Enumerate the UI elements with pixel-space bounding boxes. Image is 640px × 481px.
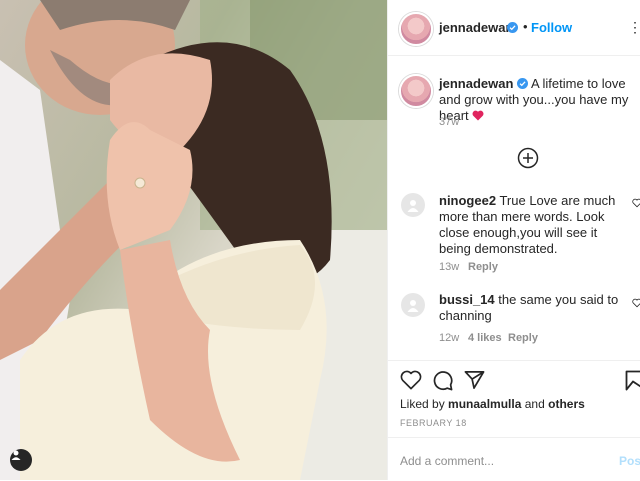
post-header: jennadewan • Follow ⋮ [388,0,640,56]
liked-by: Liked by munaalmulla and others [400,397,585,411]
comment-username[interactable]: bussi_14 [439,292,495,307]
reply-label[interactable]: Reply [508,332,538,344]
load-more-comments-icon[interactable] [517,147,539,174]
post-photo[interactable] [0,0,387,480]
reply-button[interactable]: Reply [468,261,498,273]
comment-likes[interactable]: 4 likes [468,332,502,344]
liked-by-and: and [524,397,545,411]
comment-age[interactable]: 13w [439,261,459,273]
post-comment-button[interactable]: Post [619,454,640,468]
action-bar [388,360,640,361]
post-panel: jennadewan • Follow ⋮ jennadewan A lifet… [387,0,640,480]
share-paper-plane-icon[interactable] [464,370,485,395]
follow-button[interactable]: Follow [531,20,572,35]
add-comment-bar: Add a comment... Post [388,437,640,481]
comment-likes-label[interactable]: 4 likes [468,332,502,344]
author-username[interactable]: jennadewan [439,20,513,35]
caption: jennadewan A lifetime to love and grow w… [439,76,639,124]
add-comment-input[interactable]: Add a comment... [400,454,494,468]
comment-1: ninogee2 True Love are much more than me… [439,193,629,257]
separator-dot: • [523,19,528,34]
commenter-avatar[interactable] [401,293,425,317]
liked-by-others[interactable]: others [548,397,585,411]
caption-username[interactable]: jennadewan [439,76,513,91]
reply-label[interactable]: Reply [468,261,498,273]
like-comment-heart-icon[interactable] [632,198,640,208]
reply-button[interactable]: Reply [508,332,538,344]
post-date[interactable]: FEBRUARY 18 [400,418,467,428]
verified-badge-icon [507,22,518,33]
comment-2: bussi_14 the same you said to channing [439,292,629,324]
save-bookmark-icon[interactable] [625,370,640,396]
like-comment-heart-icon[interactable] [632,298,640,308]
verified-badge-icon [517,78,529,89]
commenter-avatar[interactable] [401,193,425,217]
caption-avatar[interactable] [399,74,433,108]
more-options-icon[interactable]: ⋮ [628,19,640,36]
like-heart-icon[interactable] [400,370,422,395]
caption-age[interactable]: 37w [439,116,459,128]
red-heart-emoji-icon [472,110,484,121]
tagged-user-icon[interactable] [10,449,32,471]
couple-kissing-image [0,0,387,480]
liked-by-prefix: Liked by [400,397,445,411]
liked-by-user[interactable]: munaalmulla [448,397,521,411]
comment-bubble-icon[interactable] [432,370,453,396]
comment-age[interactable]: 12w [439,332,459,344]
author-avatar[interactable] [399,12,433,46]
comment-username[interactable]: ninogee2 [439,193,496,208]
